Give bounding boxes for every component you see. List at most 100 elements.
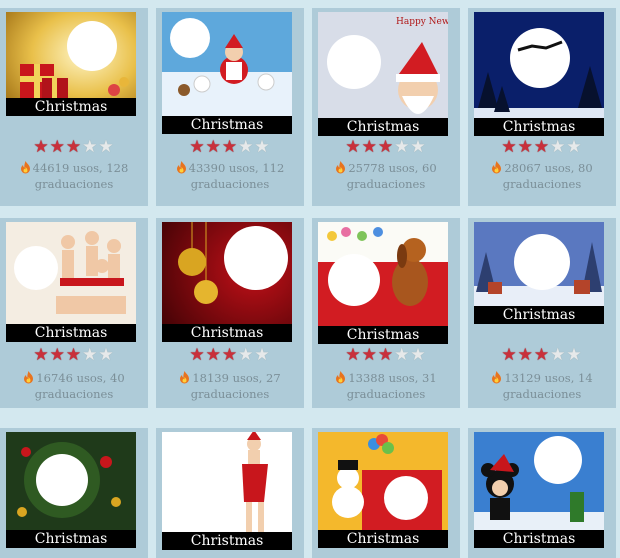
star-icon[interactable]: ★ (66, 138, 82, 156)
rating-stars[interactable]: ★★★★★ (156, 138, 304, 156)
template-card[interactable]: Christmas (0, 428, 148, 558)
template-card[interactable]: Christmas ★★★★★ 28067 usos, 80 graduacio… (468, 8, 616, 206)
star-icon[interactable]: ★ (82, 346, 98, 364)
fire-icon (492, 371, 502, 384)
template-thumbnail[interactable]: Christmas (6, 222, 136, 342)
usage-stats: 18139 usos, 27 graduaciones (190, 371, 281, 401)
star-icon[interactable]: ★ (66, 346, 82, 364)
star-icon[interactable]: ★ (518, 346, 534, 364)
star-icon[interactable]: ★ (501, 346, 517, 364)
template-title: Christmas (474, 118, 604, 136)
template-title: Christmas (318, 326, 448, 344)
template-thumbnail[interactable]: Christmas (474, 222, 604, 324)
star-icon[interactable]: ★ (566, 138, 582, 156)
template-title: Christmas (318, 530, 448, 548)
template-thumbnail[interactable]: Christmas (474, 432, 604, 548)
usage-stats: 13388 usos, 31 graduaciones (346, 371, 437, 401)
star-icon[interactable]: ★ (33, 138, 49, 156)
star-icon[interactable]: ★ (254, 138, 270, 156)
star-icon[interactable]: ★ (394, 138, 410, 156)
template-card[interactable]: Happy New Year Christmas ★★★★★ 25778 uso… (312, 8, 460, 206)
template-card[interactable]: Christmas (468, 428, 616, 558)
star-icon[interactable]: ★ (50, 346, 66, 364)
fire-icon (336, 161, 346, 174)
usage-stats: 28067 usos, 80 graduaciones (502, 161, 593, 191)
template-title: Christmas (162, 116, 292, 134)
usage-stats: 16746 usos, 40 graduaciones (34, 371, 125, 401)
star-icon[interactable]: ★ (378, 138, 394, 156)
template-thumbnail[interactable]: Christmas (162, 222, 292, 342)
template-title: Christmas (474, 306, 604, 324)
star-icon[interactable]: ★ (345, 346, 361, 364)
template-thumbnail[interactable]: Christmas (162, 12, 292, 134)
template-thumbnail[interactable]: Christmas (6, 12, 136, 116)
star-icon[interactable]: ★ (222, 138, 238, 156)
star-icon[interactable]: ★ (518, 138, 534, 156)
star-icon[interactable]: ★ (378, 346, 394, 364)
star-icon[interactable]: ★ (206, 346, 222, 364)
rating-stars[interactable]: ★★★★★ (468, 346, 616, 364)
template-card[interactable]: Christmas (156, 428, 304, 558)
image-caption: Happy New Year (396, 17, 448, 27)
rating-stars[interactable]: ★★★★★ (0, 346, 148, 364)
template-title: Christmas (162, 532, 292, 550)
star-icon[interactable]: ★ (82, 138, 98, 156)
template-thumbnail[interactable]: Christmas (318, 222, 448, 344)
template-thumbnail[interactable]: Christmas (162, 432, 292, 550)
rating-stars[interactable]: ★★★★★ (312, 346, 460, 364)
rating-stars[interactable]: ★★★★★ (0, 138, 148, 156)
star-icon[interactable]: ★ (362, 138, 378, 156)
template-card[interactable]: Christmas ★★★★★ 18139 usos, 27 graduacio… (156, 218, 304, 408)
template-card[interactable]: Christmas ★★★★★ 13129 usos, 14 graduacio… (468, 218, 616, 408)
fire-icon (176, 161, 186, 174)
star-icon[interactable]: ★ (410, 138, 426, 156)
fire-icon (492, 161, 502, 174)
star-icon[interactable]: ★ (254, 346, 270, 364)
star-icon[interactable]: ★ (345, 138, 361, 156)
template-card[interactable]: Christmas (312, 428, 460, 558)
fire-icon (180, 371, 190, 384)
star-icon[interactable]: ★ (501, 138, 517, 156)
star-icon[interactable]: ★ (238, 346, 254, 364)
template-title: Christmas (162, 324, 292, 342)
fire-icon (24, 371, 34, 384)
star-icon[interactable]: ★ (362, 346, 378, 364)
template-card[interactable]: Christmas ★★★★★ 13388 usos, 31 graduacio… (312, 218, 460, 408)
template-thumbnail[interactable]: Christmas (6, 432, 136, 548)
template-title: Christmas (318, 118, 448, 136)
star-icon[interactable]: ★ (410, 346, 426, 364)
template-card[interactable]: Christmas ★★★★★ 16746 usos, 40 graduacio… (0, 218, 148, 408)
star-icon[interactable]: ★ (189, 138, 205, 156)
rating-stars[interactable]: ★★★★★ (156, 346, 304, 364)
template-title: Christmas (6, 530, 136, 548)
template-title: Christmas (474, 530, 604, 548)
star-icon[interactable]: ★ (534, 138, 550, 156)
rating-stars[interactable]: ★★★★★ (312, 138, 460, 156)
template-card[interactable]: Christmas ★★★★★ 44619 usos, 128 graduaci… (0, 8, 148, 206)
usage-stats: 25778 usos, 60 graduaciones (346, 161, 437, 191)
star-icon[interactable]: ★ (50, 138, 66, 156)
template-thumbnail[interactable]: Christmas (318, 432, 448, 548)
star-icon[interactable]: ★ (206, 138, 222, 156)
star-icon[interactable]: ★ (394, 346, 410, 364)
template-title: Christmas (6, 98, 136, 116)
fire-icon (20, 161, 30, 174)
rating-stars[interactable]: ★★★★★ (468, 138, 616, 156)
star-icon[interactable]: ★ (238, 138, 254, 156)
star-icon[interactable]: ★ (222, 346, 238, 364)
star-icon[interactable]: ★ (98, 138, 114, 156)
star-icon[interactable]: ★ (98, 346, 114, 364)
star-icon[interactable]: ★ (534, 346, 550, 364)
star-icon[interactable]: ★ (189, 346, 205, 364)
template-thumbnail[interactable]: Christmas (474, 12, 604, 136)
template-card[interactable]: Christmas ★★★★★ 43390 usos, 112 graduaci… (156, 8, 304, 206)
star-icon[interactable]: ★ (550, 138, 566, 156)
template-thumbnail[interactable]: Happy New Year Christmas (318, 12, 448, 136)
star-icon[interactable]: ★ (550, 346, 566, 364)
usage-stats: 44619 usos, 128 graduaciones (32, 161, 129, 191)
usage-stats: 43390 usos, 112 graduaciones (188, 161, 285, 191)
star-icon[interactable]: ★ (566, 346, 582, 364)
star-icon[interactable]: ★ (33, 346, 49, 364)
usage-stats: 13129 usos, 14 graduaciones (502, 371, 593, 401)
fire-icon (336, 371, 346, 384)
